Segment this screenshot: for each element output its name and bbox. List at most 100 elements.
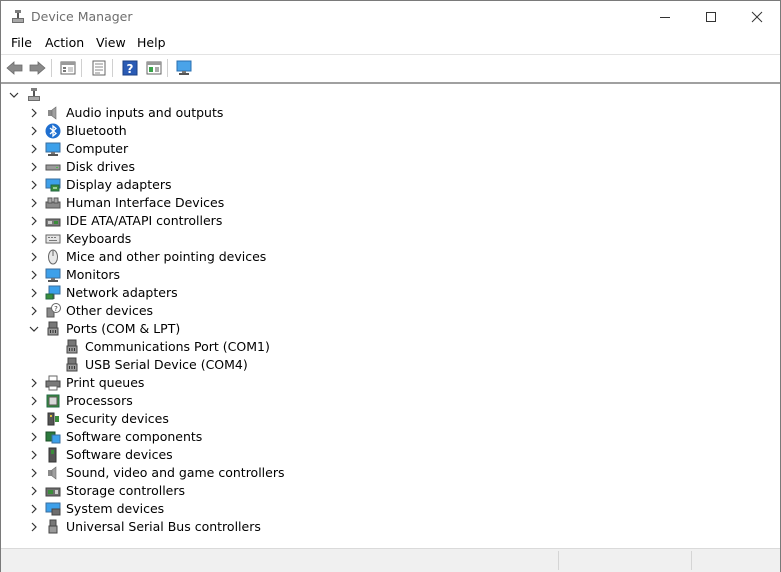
maximize-button[interactable]	[688, 1, 734, 32]
tree-child-communications-port-com1[interactable]: Communications Port (COM1)	[1, 338, 780, 356]
port-icon	[47, 321, 59, 336]
tree-item-print-queues[interactable]: Print queues	[1, 374, 780, 392]
collapse-chevron-icon[interactable]	[9, 89, 19, 101]
ide-controller-icon	[45, 218, 61, 227]
forward-arrow-icon	[29, 61, 46, 75]
tree-item-sound-video-and-game-controllers[interactable]: Sound, video and game controllers	[1, 464, 780, 482]
chevron-right-icon[interactable]	[29, 467, 39, 479]
tree-item-label: Other devices	[66, 303, 154, 318]
scan-hardware-button[interactable]	[174, 58, 194, 78]
title-bar[interactable]: Device Manager	[1, 1, 780, 32]
menu-bar: File Action View Help	[1, 32, 780, 54]
chevron-down-icon[interactable]	[29, 323, 39, 335]
chevron-right-icon[interactable]	[29, 269, 39, 281]
chevron-right-icon[interactable]	[29, 233, 39, 245]
tree-item-keyboards[interactable]: Keyboards	[1, 230, 780, 248]
tree-item-ide-ata-atapi-controllers[interactable]: IDE ATA/ATAPI controllers	[1, 212, 780, 230]
tree-item-label: Ports (COM & LPT)	[66, 321, 181, 336]
help-button[interactable]: ?	[120, 58, 140, 78]
tree-item-human-interface-devices[interactable]: Human Interface Devices	[1, 194, 780, 212]
chevron-right-icon[interactable]	[29, 413, 39, 425]
minimize-icon	[660, 16, 670, 18]
tree-item-display-adapters[interactable]: Display adapters	[1, 176, 780, 194]
tree-item-other-devices[interactable]: ? Other devices	[1, 302, 780, 320]
chevron-right-icon[interactable]	[29, 485, 39, 497]
tree-root[interactable]	[1, 86, 780, 104]
menu-action[interactable]: Action	[45, 35, 84, 50]
chevron-right-icon[interactable]	[29, 287, 39, 299]
chevron-right-icon[interactable]	[29, 143, 39, 155]
tree-item-universal-serial-bus-controllers[interactable]: Universal Serial Bus controllers	[1, 518, 780, 536]
chevron-right-icon[interactable]	[29, 125, 39, 137]
tree-item-software-components[interactable]: Software components	[1, 428, 780, 446]
properties-button[interactable]	[89, 58, 109, 78]
toolbar-separator	[167, 59, 168, 77]
show-hide-tree-icon	[60, 61, 76, 75]
chevron-right-icon[interactable]	[29, 251, 39, 263]
tree-item-system-devices[interactable]: System devices	[1, 500, 780, 518]
tree-item-computer[interactable]: Computer	[1, 140, 780, 158]
menu-help[interactable]: Help	[137, 35, 166, 50]
help-icon: ?	[122, 60, 138, 76]
tree-item-label: Print queues	[66, 375, 145, 390]
chevron-right-icon[interactable]	[29, 377, 39, 389]
back-button[interactable]	[5, 58, 25, 78]
tree-item-storage-controllers[interactable]: Storage controllers	[1, 482, 780, 500]
speaker-icon	[48, 106, 57, 120]
tree-item-audio-inputs-and-outputs[interactable]: Audio inputs and outputs	[1, 104, 780, 122]
show-hide-tree-button[interactable]	[58, 58, 78, 78]
tree-item-label: Storage controllers	[66, 483, 186, 498]
chevron-right-icon[interactable]	[29, 431, 39, 443]
processor-icon	[46, 394, 60, 408]
tree-item-processors[interactable]: Processors	[1, 392, 780, 410]
monitor-icon	[45, 268, 61, 282]
chevron-right-icon[interactable]	[29, 521, 39, 533]
tree-item-network-adapters[interactable]: Network adapters	[1, 284, 780, 302]
security-device-icon	[47, 412, 59, 426]
tree-item-label: Software devices	[66, 447, 173, 462]
tree-item-disk-drives[interactable]: Disk drives	[1, 158, 780, 176]
unknown-device-icon: ?	[46, 303, 61, 318]
tree-child-label: Communications Port (COM1)	[85, 339, 270, 354]
tree-item-label: Universal Serial Bus controllers	[66, 519, 261, 534]
chevron-right-icon[interactable]	[29, 161, 39, 173]
chevron-right-icon[interactable]	[29, 215, 39, 227]
tree-item-mice-and-other-pointing-devices[interactable]: Mice and other pointing devices	[1, 248, 780, 266]
back-arrow-icon	[6, 61, 23, 75]
tree-item-label: Computer	[66, 141, 129, 156]
tree-item-monitors[interactable]: Monitors	[1, 266, 780, 284]
toolbar-separator	[51, 59, 52, 77]
chevron-right-icon[interactable]	[29, 503, 39, 515]
properties-icon	[92, 60, 106, 76]
chevron-right-icon[interactable]	[29, 395, 39, 407]
tree-item-label: Monitors	[66, 267, 121, 282]
keyboard-icon	[45, 234, 61, 244]
status-bar	[1, 548, 780, 572]
tree-item-label: Bluetooth	[66, 123, 127, 138]
tree-child-usb-serial-device-com4[interactable]: USB Serial Device (COM4)	[1, 356, 780, 374]
software-component-icon	[45, 431, 61, 444]
tree-item-label: System devices	[66, 501, 165, 516]
status-divider	[558, 551, 559, 570]
printer-icon	[45, 375, 61, 391]
menu-view[interactable]: View	[96, 35, 126, 50]
minimize-button[interactable]	[642, 1, 688, 32]
tree-item-ports-com-lpt[interactable]: Ports (COM & LPT)	[1, 320, 780, 338]
close-button[interactable]	[734, 1, 780, 32]
chevron-right-icon[interactable]	[29, 107, 39, 119]
tree-item-security-devices[interactable]: Security devices	[1, 410, 780, 428]
chevron-right-icon[interactable]	[29, 179, 39, 191]
chevron-right-icon[interactable]	[29, 197, 39, 209]
close-icon	[751, 11, 763, 22]
tree-item-bluetooth[interactable]: Bluetooth	[1, 122, 780, 140]
tree-item-label: Keyboards	[66, 231, 132, 246]
menu-file[interactable]: File	[11, 35, 32, 50]
svg-text:?: ?	[54, 305, 58, 313]
chevron-right-icon[interactable]	[29, 305, 39, 317]
chevron-right-icon[interactable]	[29, 449, 39, 461]
forward-button[interactable]	[27, 58, 47, 78]
computer-root-icon	[28, 88, 40, 101]
tree-item-label: Human Interface Devices	[66, 195, 225, 210]
tree-item-software-devices[interactable]: Software devices	[1, 446, 780, 464]
update-driver-button[interactable]	[144, 58, 164, 78]
